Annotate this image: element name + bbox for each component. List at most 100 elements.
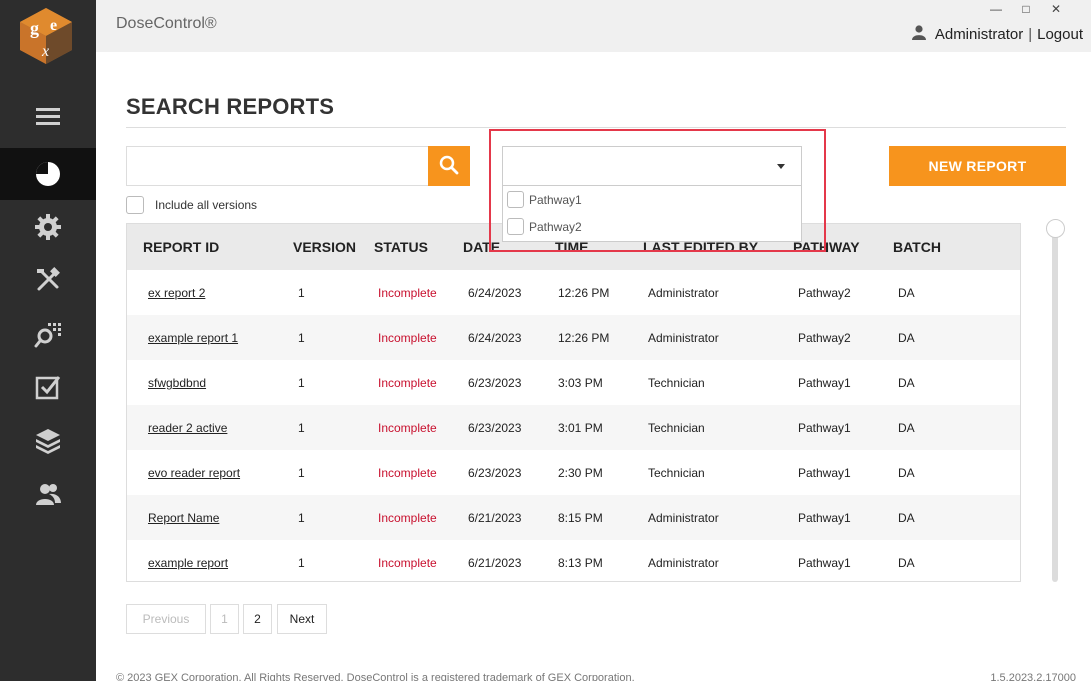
app-title: DoseControl® [116, 15, 217, 32]
version-cell: 1 [298, 556, 305, 570]
report-id-link[interactable]: sfwgbdbnd [148, 376, 206, 390]
time-cell: 2:30 PM [558, 466, 603, 480]
table-row[interactable]: evo reader report 1 Incomplete 6/23/2023 2:3… [127, 450, 1020, 495]
sidebar: g e x [0, 0, 96, 681]
user-icon [911, 24, 927, 44]
maximize-icon[interactable]: □ [1019, 2, 1033, 16]
sidebar-item-layers[interactable] [0, 414, 96, 466]
pathway-option[interactable]: Pathway2 [503, 213, 801, 240]
batch-cell: DA [898, 466, 915, 480]
table-row[interactable]: Report Name 1 Incomplete 6/21/2023 8:15 PM Ad… [127, 495, 1020, 540]
batch-cell: DA [898, 511, 915, 525]
date-cell: 6/23/2023 [468, 376, 522, 390]
next-page-button[interactable]: Next [277, 604, 327, 634]
time-cell: 12:26 PM [558, 331, 610, 345]
column-header[interactable]: BATCH [893, 239, 941, 255]
user-name[interactable]: Administrator [935, 26, 1023, 43]
column-header[interactable]: STATUS [374, 239, 428, 255]
page-title: SEARCH REPORTS [126, 94, 335, 119]
checkbox[interactable] [507, 191, 524, 208]
scrollbar-track[interactable] [1052, 226, 1058, 582]
title-bar: DoseControl® — □ ✕ Administrator | Logou… [96, 0, 1091, 52]
user-bar: Administrator | Logout [911, 24, 1083, 44]
time-cell: 12:26 PM [558, 286, 610, 300]
users-icon [34, 480, 62, 508]
layers-icon [34, 426, 62, 454]
sidebar-item-tools[interactable] [0, 254, 96, 306]
date-cell: 6/23/2023 [468, 421, 522, 435]
pathway-cell: Pathway1 [798, 376, 851, 390]
date-cell: 6/21/2023 [468, 556, 522, 570]
footer-copyright: © 2023 GEX Corporation. All Rights Reser… [116, 672, 635, 681]
status-cell: Incomplete [378, 511, 437, 525]
table-row[interactable]: example report 1 1 Incomplete 6/24/2023 12:2… [127, 315, 1020, 360]
pathway-options-list: Pathway1 Pathway2 [502, 186, 802, 242]
report-id-link[interactable]: example report [148, 556, 228, 570]
search-input[interactable] [126, 146, 429, 186]
checkbox[interactable] [507, 218, 524, 235]
report-id-link[interactable]: evo reader report [148, 466, 240, 480]
include-all-versions-checkbox[interactable]: Include all versions [126, 196, 257, 214]
pathway-cell: Pathway1 [798, 511, 851, 525]
report-id-link[interactable]: example report 1 [148, 331, 238, 345]
sidebar-item-settings[interactable] [0, 201, 96, 253]
column-header[interactable]: VERSION [293, 239, 356, 255]
edited-by-cell: Administrator [648, 286, 719, 300]
pathway-option[interactable]: Pathway1 [503, 186, 801, 213]
user-separator: | [1028, 25, 1033, 43]
search-reports-icon [34, 320, 62, 348]
previous-page-button[interactable]: Previous [126, 604, 206, 634]
report-id-link[interactable]: reader 2 active [148, 421, 227, 435]
menu-button[interactable] [0, 90, 96, 142]
sidebar-item-checklist[interactable] [0, 361, 96, 413]
table-row[interactable]: reader 2 active 1 Incomplete 6/23/2023 3:01 … [127, 405, 1020, 450]
search-icon [439, 155, 459, 178]
time-cell: 8:15 PM [558, 511, 603, 525]
edited-by-cell: Technician [648, 376, 705, 390]
new-report-button[interactable]: NEW REPORT [889, 146, 1066, 186]
edited-by-cell: Technician [648, 421, 705, 435]
page-2-button[interactable]: 2 [243, 604, 272, 634]
pathway-filter-select[interactable] [502, 146, 802, 186]
column-header[interactable]: PATHWAY [793, 239, 860, 255]
version-cell: 1 [298, 331, 305, 345]
version-cell: 1 [298, 466, 305, 480]
checkbox[interactable] [126, 196, 144, 214]
checklist-icon [34, 373, 62, 401]
pathway-cell: Pathway1 [798, 421, 851, 435]
edited-by-cell: Administrator [648, 331, 719, 345]
column-header[interactable]: DATE [463, 239, 500, 255]
table-row[interactable]: ex report 2 1 Incomplete 6/24/2023 12:26 PM A… [127, 270, 1020, 315]
version-cell: 1 [298, 286, 305, 300]
version-label: 1.5.2023.2.17000 [990, 672, 1076, 681]
column-header[interactable]: REPORT ID [143, 239, 219, 255]
logout-link[interactable]: Logout [1037, 26, 1083, 43]
batch-cell: DA [898, 421, 915, 435]
sidebar-item-search[interactable] [0, 308, 96, 360]
report-id-link[interactable]: ex report 2 [148, 286, 205, 300]
page-1-button[interactable]: 1 [210, 604, 239, 634]
svg-text:g: g [30, 18, 39, 38]
table-row[interactable]: example report 1 Incomplete 6/21/2023 8:13 P… [127, 540, 1020, 585]
date-cell: 6/24/2023 [468, 286, 522, 300]
dashboard-icon [34, 160, 62, 188]
table-row[interactable]: sfwgbdbnd 1 Incomplete 6/23/2023 3:03 PM Tech… [127, 360, 1020, 405]
minimize-icon[interactable]: — [989, 2, 1003, 16]
include-all-versions-label: Include all versions [155, 198, 258, 212]
pathway-cell: Pathway1 [798, 556, 851, 570]
window-controls: — □ ✕ [989, 2, 1063, 16]
svg-text:e: e [50, 17, 57, 34]
date-cell: 6/21/2023 [468, 511, 522, 525]
reports-table: REPORT ID VERSION STATUS DATE TIME LAST … [126, 223, 1021, 582]
pathway-option-label: Pathway1 [529, 192, 582, 207]
time-cell: 3:03 PM [558, 376, 603, 390]
sidebar-item-users[interactable] [0, 468, 96, 520]
report-id-link[interactable]: Report Name [148, 511, 219, 525]
status-cell: Incomplete [378, 331, 437, 345]
batch-cell: DA [898, 376, 915, 390]
scrollbar-handle[interactable] [1046, 219, 1065, 238]
close-icon[interactable]: ✕ [1049, 2, 1063, 16]
sidebar-item-dashboard[interactable] [0, 148, 96, 200]
search-button[interactable] [428, 146, 470, 186]
pathway-option-label: Pathway2 [529, 219, 582, 234]
